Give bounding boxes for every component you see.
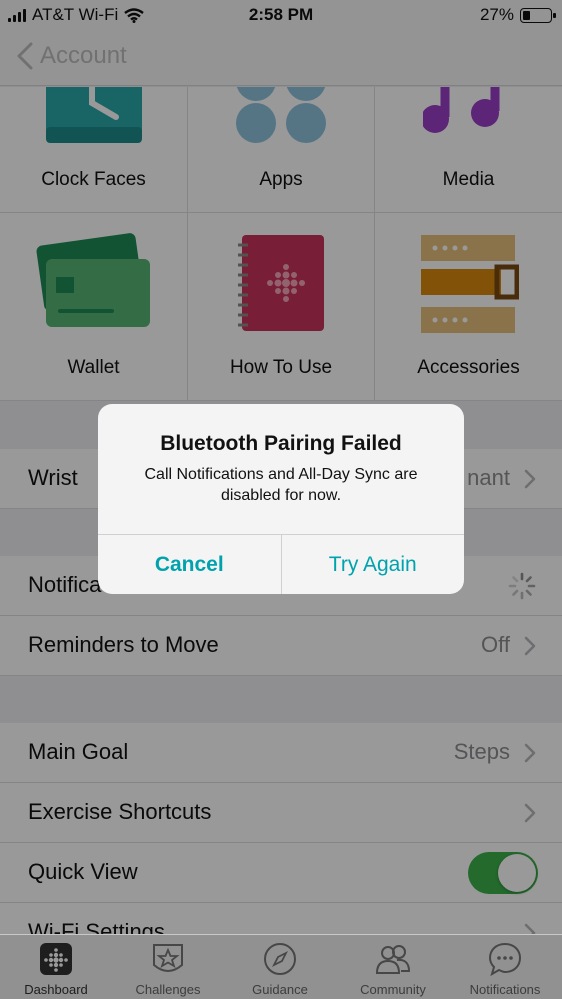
tab-bar-dim-overlay — [0, 935, 562, 999]
tab-bar: Dashboard Challenges Guidance Community … — [0, 934, 562, 999]
alert-message: Call Notifications and All-Day Sync are … — [144, 466, 418, 504]
alert-button-row: Cancel Try Again — [98, 534, 464, 594]
alert-dialog: Bluetooth Pairing Failed Call Notificati… — [98, 404, 464, 594]
try-again-button[interactable]: Try Again — [282, 535, 465, 594]
cancel-button[interactable]: Cancel — [98, 535, 282, 594]
alert-title: Bluetooth Pairing Failed — [160, 432, 402, 455]
